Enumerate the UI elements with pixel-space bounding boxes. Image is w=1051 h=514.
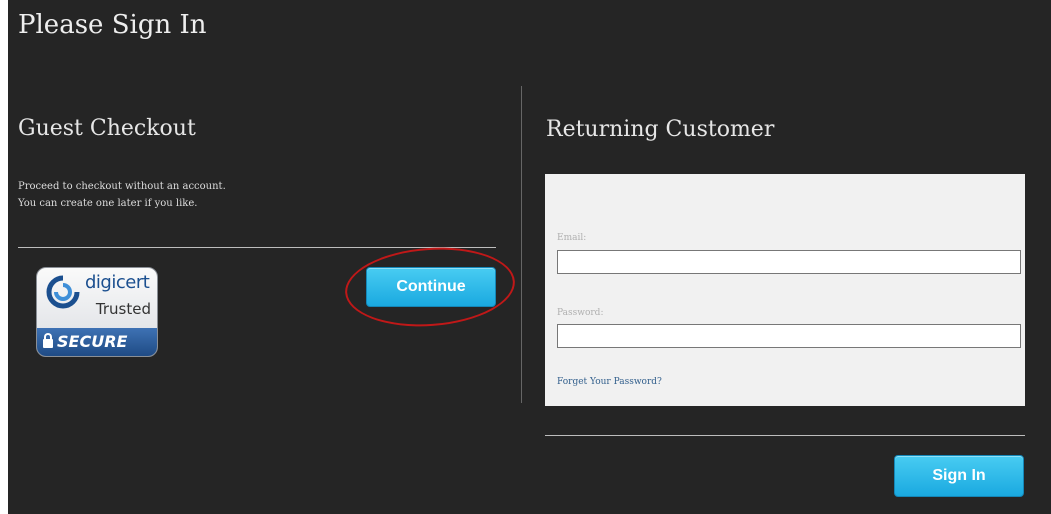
password-field[interactable] — [557, 324, 1021, 348]
digicert-trusted-badge: digicert Trusted SECURE — [36, 267, 158, 357]
column-divider — [521, 86, 522, 403]
continue-button[interactable]: Continue — [366, 267, 496, 307]
login-form: Email: Password: Forget Your Password? — [545, 174, 1025, 406]
sign-in-panel: Please Sign In Guest Checkout Proceed to… — [8, 0, 1051, 514]
lock-icon — [43, 333, 53, 348]
badge-trusted: Trusted — [95, 300, 151, 318]
forgot-password-link[interactable]: Forget Your Password? — [557, 377, 662, 387]
digicert-logo-icon — [46, 275, 80, 309]
badge-brand: digicert — [85, 272, 150, 293]
guest-checkout-title: Guest Checkout — [18, 116, 196, 141]
guest-description-line-2: You can create one later if you like. — [18, 198, 198, 209]
badge-secure-bar: SECURE — [37, 328, 157, 356]
password-label: Password: — [557, 308, 604, 318]
guest-checkout-description: Proceed to checkout without an account. … — [18, 178, 226, 212]
badge-secure-label: SECURE — [57, 332, 128, 351]
page-title: Please Sign In — [18, 10, 207, 40]
guest-divider — [18, 247, 496, 248]
sign-in-button[interactable]: Sign In — [894, 455, 1024, 497]
guest-description-line-1: Proceed to checkout without an account. — [18, 181, 226, 192]
returning-divider — [545, 435, 1025, 436]
email-label: Email: — [557, 233, 587, 243]
email-field[interactable] — [557, 250, 1021, 274]
returning-customer-title: Returning Customer — [546, 117, 775, 142]
